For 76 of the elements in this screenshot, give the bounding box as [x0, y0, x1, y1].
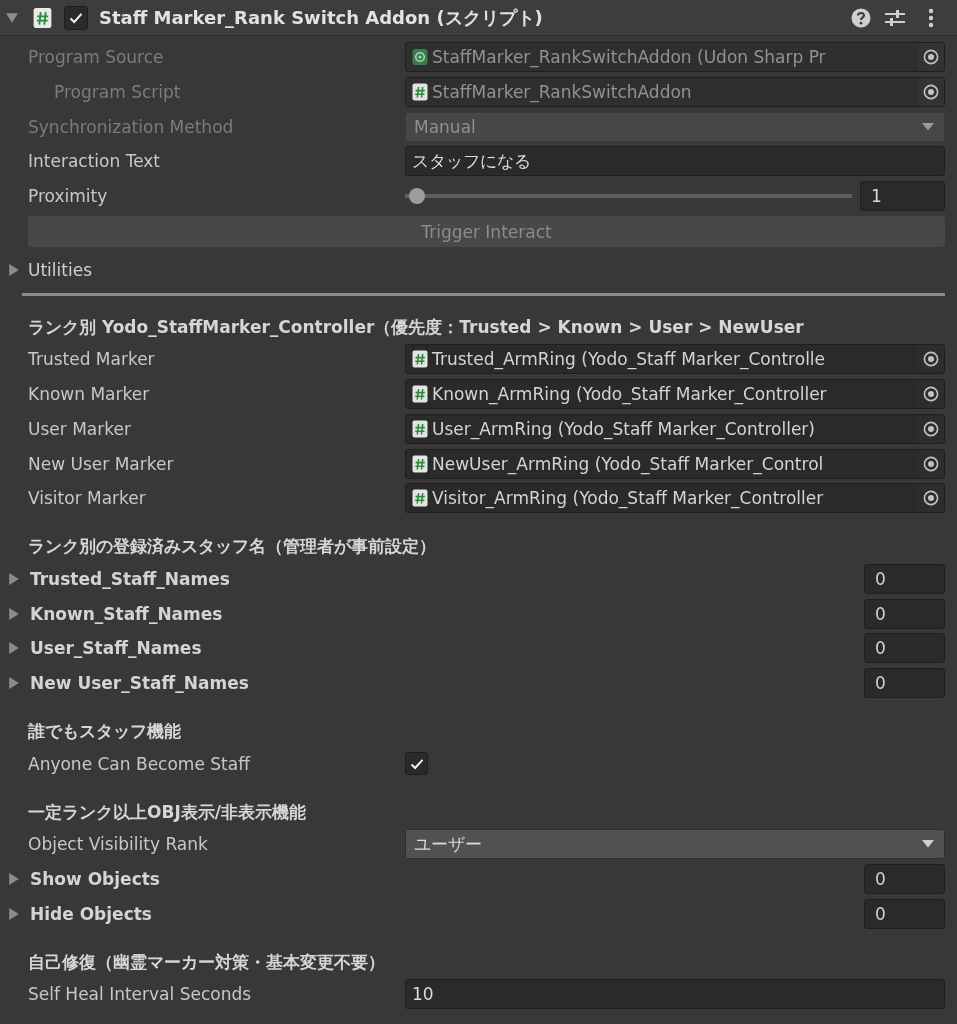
field-label: Known Marker — [28, 384, 150, 405]
section-header: ランク別の登録済みスタッフ名（管理者が事前設定） — [28, 535, 436, 559]
dropdown[interactable]: ユーザー — [405, 829, 945, 860]
object-field[interactable]: User_ArmRing (Yodo_Staff Marker_Controller) — [405, 413, 945, 444]
hash-document-icon — [412, 419, 428, 438]
checkmark-icon — [69, 11, 83, 24]
more-icon[interactable] — [928, 7, 934, 28]
target-icon — [923, 420, 939, 437]
field-label: Anyone Can Become Staff — [28, 753, 250, 774]
number-field[interactable]: 1 — [860, 181, 945, 212]
array-size-field[interactable]: 0 — [864, 667, 945, 698]
hash-document-icon — [412, 385, 428, 404]
checkmark-icon — [409, 757, 424, 770]
object-field[interactable]: NewUser_ArmRing (Yodo_Staff Marker_Control — [405, 448, 945, 479]
checkbox[interactable] — [405, 752, 428, 776]
foldout-arrow-icon[interactable] — [6, 11, 18, 24]
foldout-arrow-icon[interactable] — [8, 676, 20, 689]
object-field[interactable]: Known_ArmRing (Yodo_Staff Marker_Controller — [405, 379, 945, 410]
object-field[interactable]: Trusted_ArmRing (Yodo_Staff Marker_Controlle — [405, 344, 945, 375]
array-foldout[interactable]: Trusted_Staff_Names — [30, 568, 230, 589]
section-header: ランク別 Yodo_StaffMarker_Controller（優先度：Trusted > Known > User > NewUser — [28, 315, 804, 339]
section-header: 自己修復（幽霊マーカー対策・基本変更不要） — [28, 950, 385, 974]
target-icon — [923, 84, 939, 101]
hash-document-icon — [412, 489, 428, 508]
ring-tile-icon — [412, 48, 428, 67]
hash-document-icon — [412, 454, 428, 473]
picker-button[interactable] — [918, 78, 944, 107]
target-icon — [923, 351, 939, 368]
foldout-arrow-icon[interactable] — [8, 907, 20, 920]
array-size-field[interactable]: 0 — [864, 633, 945, 664]
target-icon — [923, 455, 939, 472]
array-foldout[interactable]: Show Objects — [30, 869, 160, 890]
foldout-arrow-icon[interactable] — [8, 607, 20, 620]
field-label: Program Script — [54, 82, 181, 103]
field-label: Visitor Marker — [28, 488, 146, 509]
field-label: Synchronization Method — [28, 116, 234, 137]
hash-document-icon — [33, 6, 52, 29]
enable-checkbox[interactable] — [64, 5, 88, 30]
field-label: Trusted Marker — [28, 349, 155, 370]
foldout-arrow-icon[interactable] — [8, 642, 20, 655]
array-foldout[interactable]: New User_Staff_Names — [30, 672, 249, 693]
caret-icon — [922, 122, 934, 131]
target-icon — [923, 49, 939, 66]
hash-document-icon — [412, 83, 428, 102]
field-label: Program Source — [28, 47, 164, 68]
hash-document-icon — [412, 350, 428, 369]
target-icon — [923, 490, 939, 507]
array-size-field[interactable]: 0 — [864, 898, 945, 929]
field-label: Proximity — [28, 186, 108, 207]
field-label: User Marker — [28, 418, 131, 439]
foldout-arrow-icon[interactable] — [8, 572, 20, 585]
array-foldout[interactable]: Hide Objects — [30, 903, 152, 924]
object-field[interactable]: Visitor_ArmRing (Yodo_Staff Marker_Controller — [405, 483, 945, 514]
foldout-arrow-icon[interactable] — [8, 873, 20, 886]
array-foldout[interactable]: Known_Staff_Names — [30, 603, 223, 624]
array-size-field[interactable]: 0 — [864, 598, 945, 629]
text-field[interactable]: スタッフになる — [405, 146, 945, 177]
field-label: Self Heal Interval Seconds — [28, 984, 252, 1005]
array-size-field[interactable]: 0 — [864, 864, 945, 895]
sliders-icon[interactable] — [885, 8, 905, 27]
foldout-arrow-icon[interactable] — [8, 263, 20, 276]
section-header: 一定ランク以上OBJ表示/非表示機能 — [28, 800, 306, 824]
picker-button[interactable] — [918, 43, 944, 72]
text-field[interactable]: 10 — [405, 979, 945, 1010]
foldout-label[interactable]: Utilities — [28, 259, 92, 280]
array-foldout[interactable]: User_Staff_Names — [30, 638, 202, 659]
array-size-field[interactable]: 0 — [864, 563, 945, 594]
component-title: Staff Marker_Rank Switch Addon (スクリプト) — [99, 5, 543, 30]
slider-thumb[interactable] — [409, 188, 426, 205]
caret-icon — [922, 840, 934, 849]
section-header: 誰でもスタッフ機能 — [28, 719, 181, 743]
help-icon[interactable] — [851, 7, 871, 28]
field-label: Interaction Text — [28, 151, 160, 172]
target-icon — [923, 386, 939, 403]
field-label: New User Marker — [28, 453, 174, 474]
field-label: Object Visibility Rank — [28, 834, 208, 855]
